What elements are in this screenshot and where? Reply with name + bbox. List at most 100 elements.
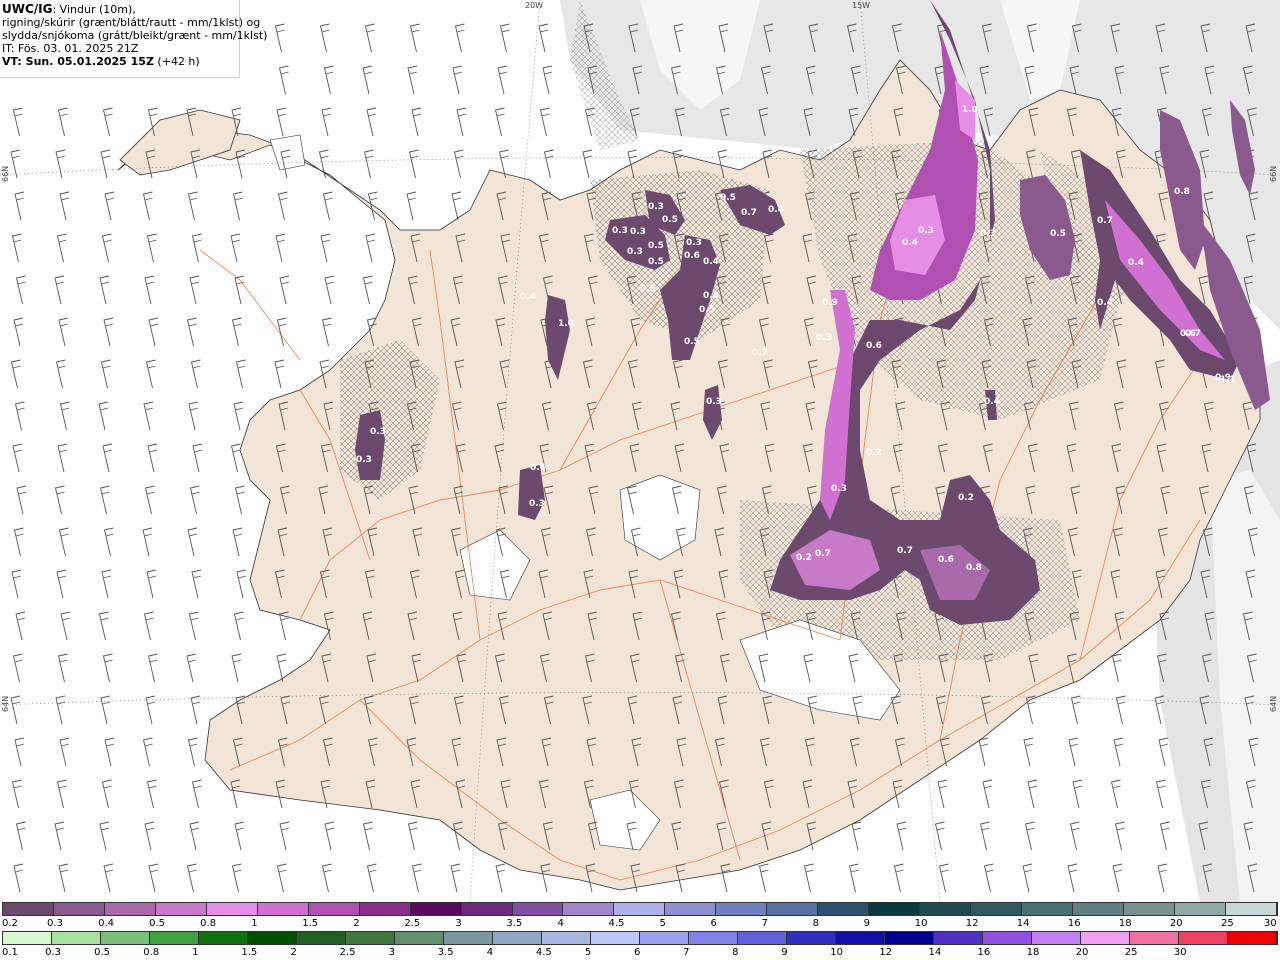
precip-value-label: 0.4 [768,205,784,215]
wind-barb [58,863,69,893]
wind-barb [279,275,290,305]
wind-barb [451,191,462,221]
wind-barb [978,737,989,767]
wind-barb [102,443,113,473]
wind-barb [406,191,417,221]
map-info-box: UWC/IG: Vindur (10m), rigning/skúrir (gr… [0,0,267,78]
forecast-hour: (+42 h) [153,55,200,68]
wind-barb [148,863,159,893]
wind-barb [982,779,993,809]
wind-barb [146,233,157,263]
snow-swatch [308,903,360,915]
wind-barb [937,779,948,809]
wind-barb [187,737,198,767]
wind-barb [232,191,243,221]
wind-barb [543,149,554,179]
wind-barb [364,23,375,53]
wind-barb [494,107,505,137]
wind-barb [321,107,332,137]
wind-barb [1159,821,1170,851]
wind-barb [102,107,113,137]
wind-barb [186,653,197,683]
precip-value-label: 0.7 [1185,329,1201,339]
info-line1: : Vindur (10m), [52,3,136,16]
wind-barb [144,275,155,305]
snow-swatch [767,903,819,915]
wind-barb [100,149,111,179]
precip-value-label: 0.8 [966,563,982,573]
snow-swatch [104,903,156,915]
snow-swatch [716,903,768,915]
wind-barb [57,107,68,137]
precip-value-label: 1.0 [962,105,978,115]
snow-label: 0.3 [47,918,63,929]
snow-label: 20 [1169,918,1183,929]
snow-swatch [1073,903,1124,915]
rain-label: 8 [732,947,739,958]
wind-barb [99,821,110,851]
precip-value-label: 0.7 [752,348,768,358]
snow-colorbar [2,902,1278,916]
wind-barb [15,275,26,305]
precip-value-label: 0.4 [520,292,536,302]
precip-value-label: 0.6 [684,251,700,261]
wind-barb [146,569,157,599]
rain-swatch [150,932,199,944]
precip-value-label: 0.3 [980,229,996,239]
snow-colorbar-labels: 0.2 0.3 0.4 0.5 0.8 1 1.5 2 2.5 3 3.5 4 4.5 5 6 7 8 9 10 12… [2,918,1278,930]
rain-swatch [248,932,297,944]
wind-barb [366,107,377,137]
wind-barb [102,653,113,683]
precip-value-label: 0.5 [699,305,715,315]
wind-barb [59,191,70,221]
wind-barb [1113,737,1124,767]
rain-label: 0.3 [45,947,61,958]
wind-barb [98,611,109,641]
wind-barb [54,485,65,515]
wind-barb [409,23,420,53]
precip-value-label: 1.0 [558,319,574,329]
precip-value-label: 0.4 [703,291,719,301]
rain-label: 12 [879,947,893,958]
wind-barb [848,863,859,893]
snow-swatch [359,903,411,915]
lat-label-66n-left: 66N [1,166,10,182]
rain-swatch [983,932,1032,944]
rain-swatch [52,932,101,944]
rain-swatch [3,932,52,944]
precip-value-label: 0.3 [356,455,372,465]
wind-barb [145,695,156,725]
wind-barb [362,65,373,95]
wind-barb [324,821,335,851]
rain-swatch [787,932,836,944]
wind-barb [979,821,990,851]
precip-value-label: 0.5 [1050,229,1066,239]
rain-swatch [689,932,738,944]
snow-label: 3 [455,918,462,929]
wind-barb [234,275,245,305]
wind-barb [55,149,66,179]
precip-value-label: 0.5 [648,257,664,267]
wind-barb [15,821,26,851]
wind-barb [189,275,200,305]
rain-label: 20 [1075,947,1089,958]
wind-barb [11,779,22,809]
wind-barb [411,107,422,137]
rain-label: 3 [388,947,395,958]
precip-value-label: 0.3 [612,226,628,236]
rain-label: 2 [290,947,297,958]
wind-barb [366,863,377,893]
wind-barb [55,695,66,725]
wind-barb [938,863,949,893]
snow-label: 9 [863,918,871,929]
precip-value-label: 0.7 [815,549,831,559]
wind-barb [1115,695,1126,725]
wind-barb [1072,779,1083,809]
snow-label: 2 [353,918,360,929]
wind-barb [234,485,245,515]
precip-value-label: 0.5 [648,241,664,251]
wind-barb [56,233,67,263]
rain-label: 25 [1124,947,1138,958]
wind-barb [56,779,67,809]
wind-barb [11,233,22,263]
